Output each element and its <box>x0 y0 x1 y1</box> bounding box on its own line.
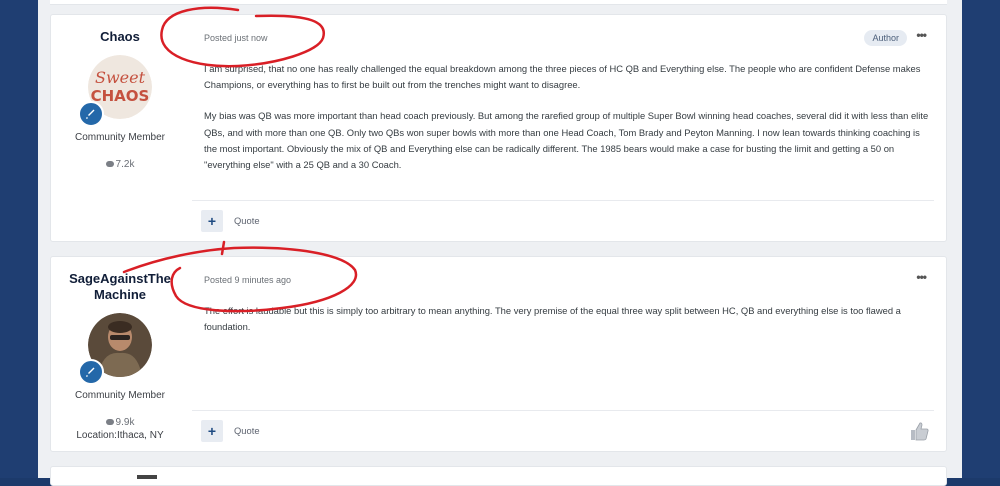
author-name-line1: SageAgainstThe <box>69 271 171 286</box>
rocket-badge-icon[interactable] <box>78 101 104 127</box>
comment-icon <box>105 419 114 426</box>
right-background-band <box>962 0 1000 478</box>
author-name-link[interactable]: Chaos <box>51 29 189 45</box>
author-avatar-wrap <box>78 313 152 385</box>
post-timestamp[interactable]: Posted 9 minutes ago <box>204 275 291 285</box>
rocket-badge-icon[interactable] <box>78 359 104 385</box>
comment-icon <box>105 161 114 168</box>
avatar <box>137 475 157 479</box>
forum-post <box>50 466 947 486</box>
post-content: I am surprised, that no one has really c… <box>204 61 934 188</box>
multiquote-button[interactable]: + <box>201 420 223 442</box>
author-name-link[interactable]: SageAgainstThe Machine <box>51 271 189 303</box>
post-count-value: 7.2k <box>115 159 135 170</box>
member-title: Community Member <box>74 132 166 143</box>
post-footer: + Quote <box>192 410 934 451</box>
thumbs-up-icon[interactable] <box>908 420 930 442</box>
forum-post: Chaos Sweet CHAOS Community Member 7.2k … <box>50 14 947 242</box>
author-location: Location:Ithaca, NY <box>76 430 164 441</box>
avatar-logo-line2: CHAOS <box>91 87 150 105</box>
post-author-panel: SageAgainstThe Machine Community Member 9 <box>51 257 189 451</box>
post-timestamp[interactable]: Posted just now <box>204 33 268 43</box>
author-badge: Author <box>864 30 907 46</box>
post-footer: + Quote <box>192 200 934 241</box>
post-count: 9.9k <box>51 417 189 428</box>
avatar-logo-line1: Sweet <box>95 68 146 87</box>
more-options-icon[interactable]: ••• <box>916 28 927 42</box>
multiquote-button[interactable]: + <box>201 210 223 232</box>
more-options-icon[interactable]: ••• <box>916 270 927 284</box>
post-paragraph: The effort is laudable but this is simpl… <box>204 305 901 333</box>
author-name-line2: Machine <box>93 287 146 302</box>
post-count: 7.2k <box>51 159 189 170</box>
topic-content-column: Chaos Sweet CHAOS Community Member 7.2k … <box>38 0 962 486</box>
post-paragraph: I am surprised, that no one has really c… <box>204 63 921 91</box>
member-title: Community Member <box>74 390 166 401</box>
forum-post: SageAgainstThe Machine Community Member 9 <box>50 256 947 452</box>
quote-link[interactable]: Quote <box>234 215 260 226</box>
previous-post-card <box>50 0 947 5</box>
quote-link[interactable]: Quote <box>234 425 260 436</box>
post-count-value: 9.9k <box>115 417 135 428</box>
post-paragraph: My bias was QB was more important than h… <box>204 110 929 171</box>
post-content: The effort is laudable but this is simpl… <box>204 303 934 350</box>
left-background-band <box>0 0 38 478</box>
author-avatar-wrap: Sweet CHAOS <box>78 55 152 127</box>
post-author-panel: Chaos Sweet CHAOS Community Member 7.2k <box>51 15 189 241</box>
